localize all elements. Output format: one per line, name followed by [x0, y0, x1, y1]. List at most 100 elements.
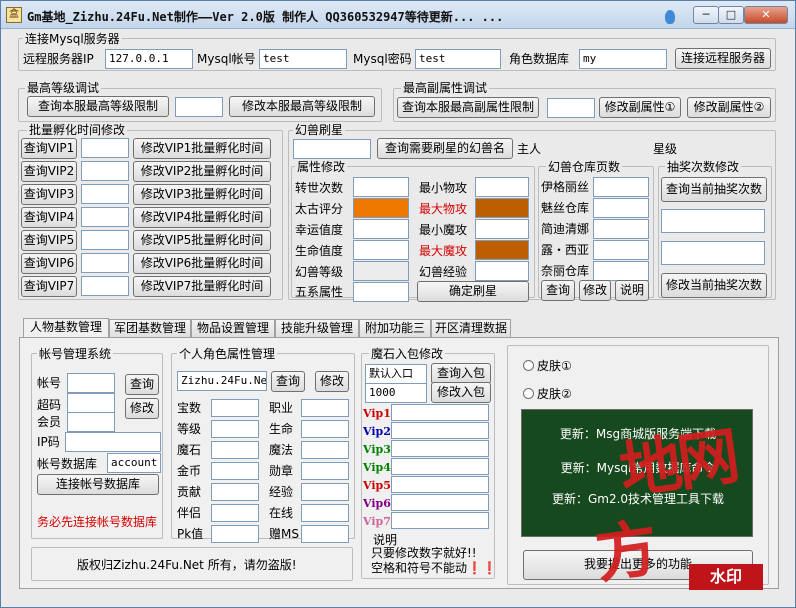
tab-item[interactable]: 技能升级管理 — [275, 319, 359, 338]
stone-vip-input[interactable] — [391, 494, 489, 511]
vip-query-button[interactable]: 查询VIP2 — [21, 161, 77, 182]
vip-modify-button[interactable]: 修改VIP7批量孵化时间 — [133, 276, 271, 297]
query-pet-button[interactable]: 查询需要刷星的幻兽名 — [377, 138, 513, 159]
skin1-radio[interactable] — [523, 360, 534, 371]
account-query-button[interactable]: 查询 — [125, 374, 159, 395]
min-atk-input[interactable] — [475, 177, 529, 197]
role-attr-input[interactable] — [301, 420, 349, 438]
vip-modify-button[interactable]: 修改VIP6批量孵化时间 — [133, 253, 271, 274]
role-attr-input[interactable] — [211, 504, 259, 522]
query-maxattr-button[interactable]: 查询本服最高副属性限制 — [397, 97, 539, 118]
lottery-input-2[interactable] — [661, 241, 765, 265]
exp-input[interactable] — [475, 261, 529, 281]
tab-item[interactable]: 军团基数管理 — [109, 319, 191, 338]
min-mag-input[interactable] — [475, 219, 529, 239]
stone-vip-input[interactable] — [391, 422, 489, 439]
taigu-input[interactable] — [353, 198, 409, 218]
five-input[interactable] — [353, 282, 409, 302]
role-db-input[interactable]: my — [579, 49, 667, 69]
mysql-user-input[interactable]: test — [259, 49, 347, 69]
close-button[interactable]: ✕ — [744, 6, 788, 24]
modify-attr1-button[interactable]: 修改副属性① — [599, 97, 681, 118]
vip-hatch-input[interactable] — [81, 230, 129, 250]
account-input[interactable] — [67, 373, 115, 393]
tab-item[interactable]: 人物基数管理 — [23, 318, 109, 338]
store-input[interactable] — [593, 240, 649, 260]
store-query-button[interactable]: 查询 — [541, 280, 575, 301]
vip-hatch-input[interactable] — [81, 207, 129, 227]
role-attr-input[interactable] — [301, 441, 349, 459]
role-attr-input[interactable] — [211, 420, 259, 438]
vip-query-button[interactable]: 查询VIP1 — [21, 138, 77, 159]
skin2-radio[interactable] — [523, 388, 534, 399]
role-attr-input[interactable] — [211, 525, 259, 543]
vip-modify-button[interactable]: 修改VIP3批量孵化时间 — [133, 184, 271, 205]
confirm-star-button[interactable]: 确定刷星 — [417, 281, 529, 302]
role-name-input[interactable]: Zizhu.24Fu.Net — [177, 371, 267, 391]
modify-lottery-button[interactable]: 修改当前抽奖次数 — [661, 273, 767, 298]
life-input[interactable] — [353, 240, 409, 260]
role-attr-input[interactable] — [301, 462, 349, 480]
tab-item[interactable]: 附加功能三 — [359, 319, 431, 338]
stone-vip-input[interactable] — [391, 512, 489, 529]
store-help-button[interactable]: 说明 — [615, 280, 649, 301]
maximize-button[interactable]: □ — [718, 6, 744, 24]
vip-hatch-input[interactable] — [81, 138, 129, 158]
vip-modify-button[interactable]: 修改VIP1批量孵化时间 — [133, 138, 271, 159]
connect-account-db-button[interactable]: 连接帐号数据库 — [37, 474, 159, 495]
ip-input[interactable] — [65, 432, 161, 452]
role-attr-input[interactable] — [301, 399, 349, 417]
connect-server-button[interactable]: 连接远程服务器 — [675, 48, 771, 69]
query-lottery-button[interactable]: 查询当前抽奖次数 — [661, 177, 767, 202]
role-attr-input[interactable] — [211, 399, 259, 417]
mysql-password-input[interactable]: test — [415, 49, 501, 69]
vip-hatch-input[interactable] — [81, 161, 129, 181]
vip-modify-button[interactable]: 修改VIP2批量孵化时间 — [133, 161, 271, 182]
lottery-input-1[interactable] — [661, 209, 765, 233]
role-modify-button[interactable]: 修改 — [315, 371, 349, 392]
modify-attr2-button[interactable]: 修改副属性② — [687, 97, 771, 118]
vip-query-button[interactable]: 查询VIP3 — [21, 184, 77, 205]
store-input[interactable] — [593, 219, 649, 239]
rebirth-input[interactable] — [353, 177, 409, 197]
store-input[interactable] — [593, 198, 649, 218]
max-mag-input[interactable] — [475, 240, 529, 260]
account-modify-button[interactable]: 修改 — [125, 398, 159, 419]
role-attr-input[interactable] — [301, 525, 349, 543]
stone-vip-input[interactable] — [391, 476, 489, 493]
role-attr-input[interactable] — [301, 504, 349, 522]
minimize-button[interactable]: ─ — [693, 6, 719, 24]
super-input[interactable] — [67, 393, 115, 413]
role-attr-input[interactable] — [301, 483, 349, 501]
stone-vip-input[interactable] — [391, 458, 489, 475]
vip-query-button[interactable]: 查询VIP5 — [21, 230, 77, 251]
vip-hatch-input[interactable] — [81, 184, 129, 204]
store-input[interactable] — [593, 261, 649, 281]
stone-vip-input[interactable] — [391, 404, 489, 421]
role-attr-input[interactable] — [211, 441, 259, 459]
stone-value-input[interactable]: 1000 — [365, 383, 427, 403]
petlevel-input[interactable] — [353, 261, 409, 281]
vip-query-button[interactable]: 查询VIP7 — [21, 276, 77, 297]
pet-name-input[interactable] — [293, 139, 371, 159]
stone-vip-input[interactable] — [391, 440, 489, 457]
maxattr-input[interactable] — [547, 98, 595, 118]
vip-modify-button[interactable]: 修改VIP5批量孵化时间 — [133, 230, 271, 251]
query-stone-button[interactable]: 查询入包 — [431, 363, 491, 384]
account-db-input[interactable]: account — [107, 453, 161, 473]
vip-modify-button[interactable]: 修改VIP4批量孵化时间 — [133, 207, 271, 228]
vip-query-button[interactable]: 查询VIP6 — [21, 253, 77, 274]
stone-slot-select[interactable]: 默认入口 — [365, 364, 427, 384]
store-modify-button[interactable]: 修改 — [579, 280, 611, 301]
vip-hatch-input[interactable] — [81, 253, 129, 273]
vip-query-button[interactable]: 查询VIP4 — [21, 207, 77, 228]
luck-input[interactable] — [353, 219, 409, 239]
query-maxlevel-button[interactable]: 查询本服最高等级限制 — [27, 96, 169, 117]
role-query-button[interactable]: 查询 — [271, 371, 305, 392]
max-atk-input[interactable] — [475, 198, 529, 218]
vip-hatch-input[interactable] — [81, 276, 129, 296]
role-attr-input[interactable] — [211, 462, 259, 480]
member-input[interactable] — [67, 412, 115, 432]
tab-item[interactable]: 物品设置管理 — [191, 319, 275, 338]
maxlevel-input[interactable] — [175, 97, 223, 117]
